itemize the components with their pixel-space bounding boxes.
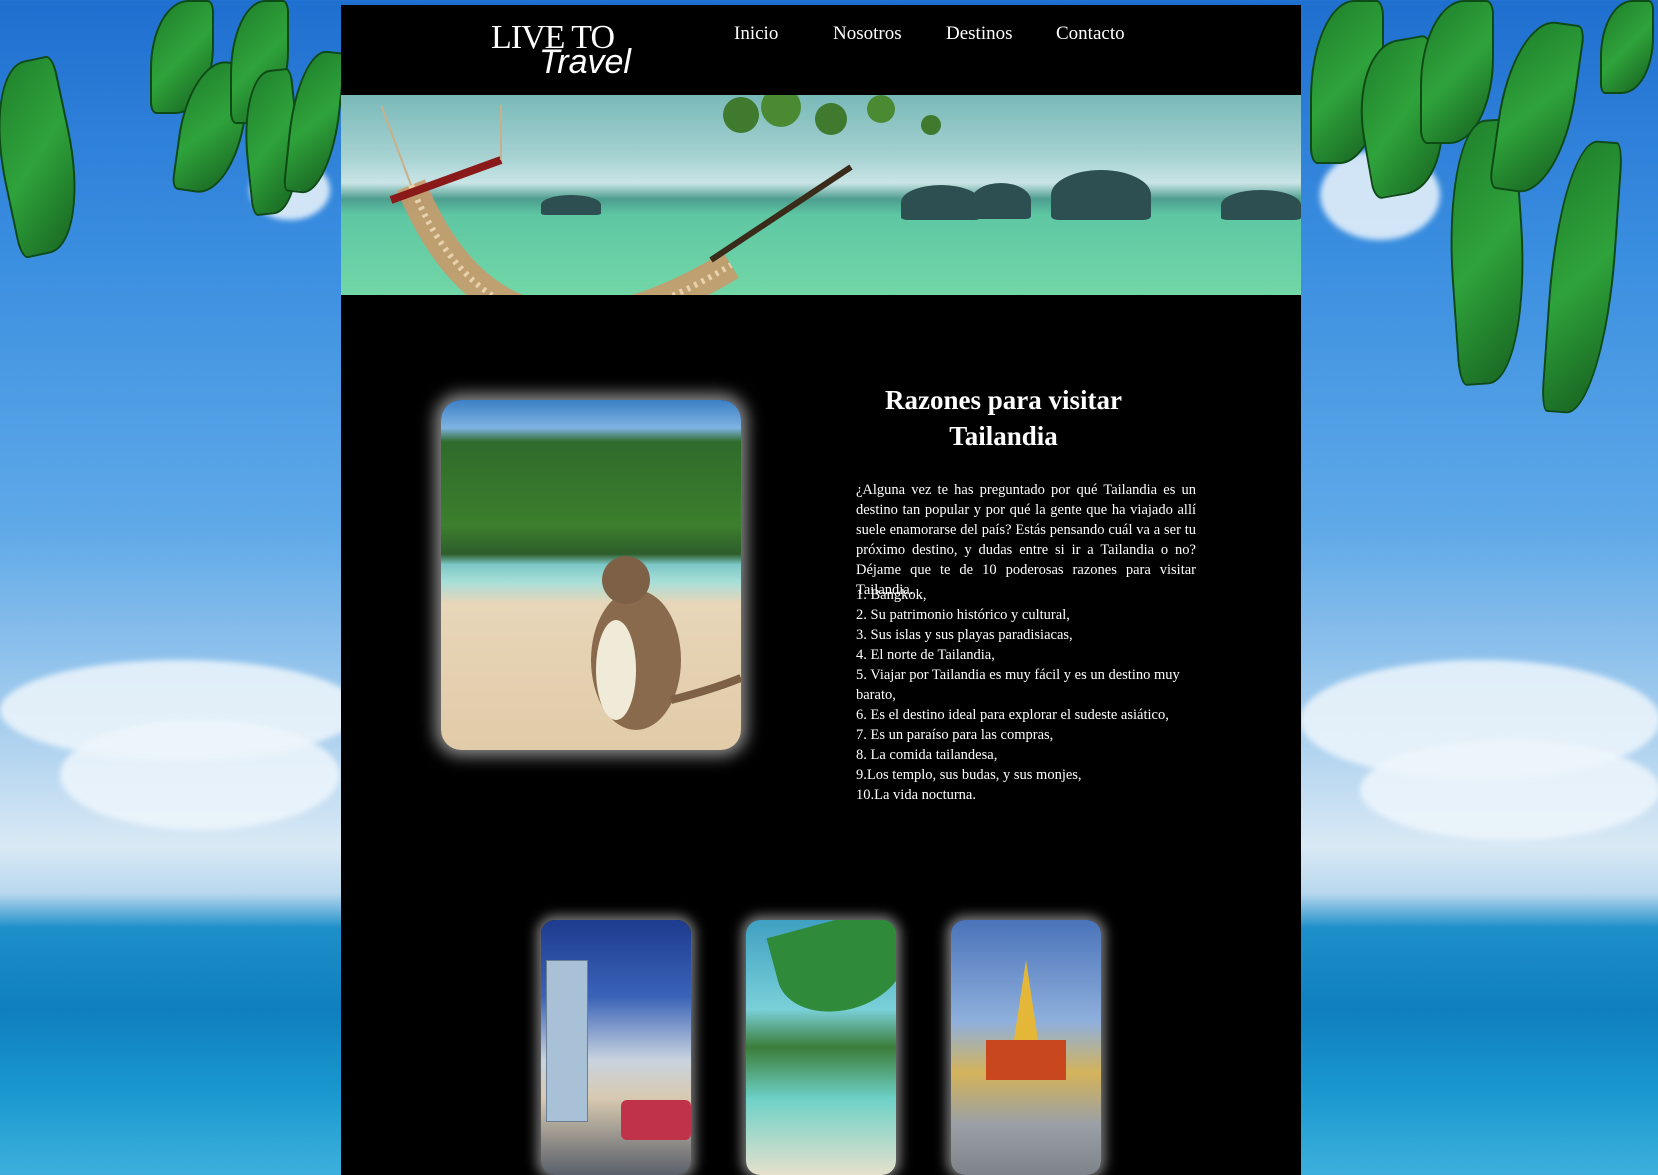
- list-item: 1. Bangkok,: [856, 587, 927, 603]
- tree-branch: [723, 95, 941, 135]
- list-item: 8. La comida tailandesa,: [856, 747, 998, 763]
- island: [901, 185, 981, 220]
- nav-link-contacto[interactable]: Contacto: [1056, 23, 1125, 53]
- list-item: 3. Sus islas y sus playas paradisiacas,: [856, 627, 1073, 643]
- page-container: LIVE TO Travel Inicio Nosotros Destinos …: [341, 5, 1301, 1175]
- list-item: 2. Su patrimonio histórico y cultural,: [856, 607, 1070, 623]
- nav-link-inicio[interactable]: Inicio: [734, 23, 778, 53]
- temple-roof: [986, 1040, 1066, 1080]
- list-item: 6. Es el destino ideal para explorar el …: [856, 707, 1169, 723]
- nav-link-nosotros[interactable]: Nosotros: [833, 23, 902, 53]
- hero-banner-image: [341, 95, 1301, 295]
- list-item: 7. Es un paraíso para las compras,: [856, 727, 1054, 743]
- list-item: 10.La vida nocturna.: [856, 787, 976, 803]
- palm-leaves-right: [1300, 0, 1658, 440]
- temple-thumbnail[interactable]: [951, 920, 1101, 1175]
- leaf: [0, 54, 94, 260]
- leaf: [282, 47, 347, 197]
- bangkok-city-thumbnail[interactable]: [541, 920, 691, 1175]
- palm-leaves-left: [0, 0, 347, 330]
- header-bar: LIVE TO Travel Inicio Nosotros Destinos …: [341, 5, 1301, 85]
- reasons-list: 1. Bangkok, 2. Su patrimonio histórico y…: [856, 585, 1201, 805]
- monkey-figure: [591, 556, 741, 730]
- tropical-beach-thumbnail[interactable]: [746, 920, 896, 1175]
- nav-link-destinos[interactable]: Destinos: [946, 23, 1013, 53]
- leaf: [1488, 15, 1586, 199]
- cloud: [60, 720, 340, 830]
- list-item: 5. Viajar por Tailandia es muy fácil y e…: [856, 667, 1180, 703]
- cloud: [1360, 740, 1658, 840]
- island: [971, 183, 1031, 219]
- monkey-beach-photo: [441, 400, 741, 750]
- article-title: Razones para visitar Tailandia: [885, 385, 1122, 452]
- train: [621, 1100, 691, 1140]
- leaf: [1600, 0, 1654, 94]
- skyscraper: [546, 960, 588, 1122]
- island: [1051, 170, 1151, 220]
- logo-line-2: Travel: [539, 43, 631, 81]
- leaf: [1540, 138, 1624, 416]
- list-item: 4. El norte de Tailandia,: [856, 647, 995, 663]
- article-intro: ¿Alguna vez te has preguntado por qué Ta…: [856, 481, 1196, 598]
- site-logo[interactable]: LIVE TO Travel: [491, 15, 651, 81]
- palm-frond: [766, 920, 896, 1026]
- list-item: 9.Los templo, sus budas, y sus monjes,: [856, 767, 1082, 783]
- island: [1221, 190, 1301, 220]
